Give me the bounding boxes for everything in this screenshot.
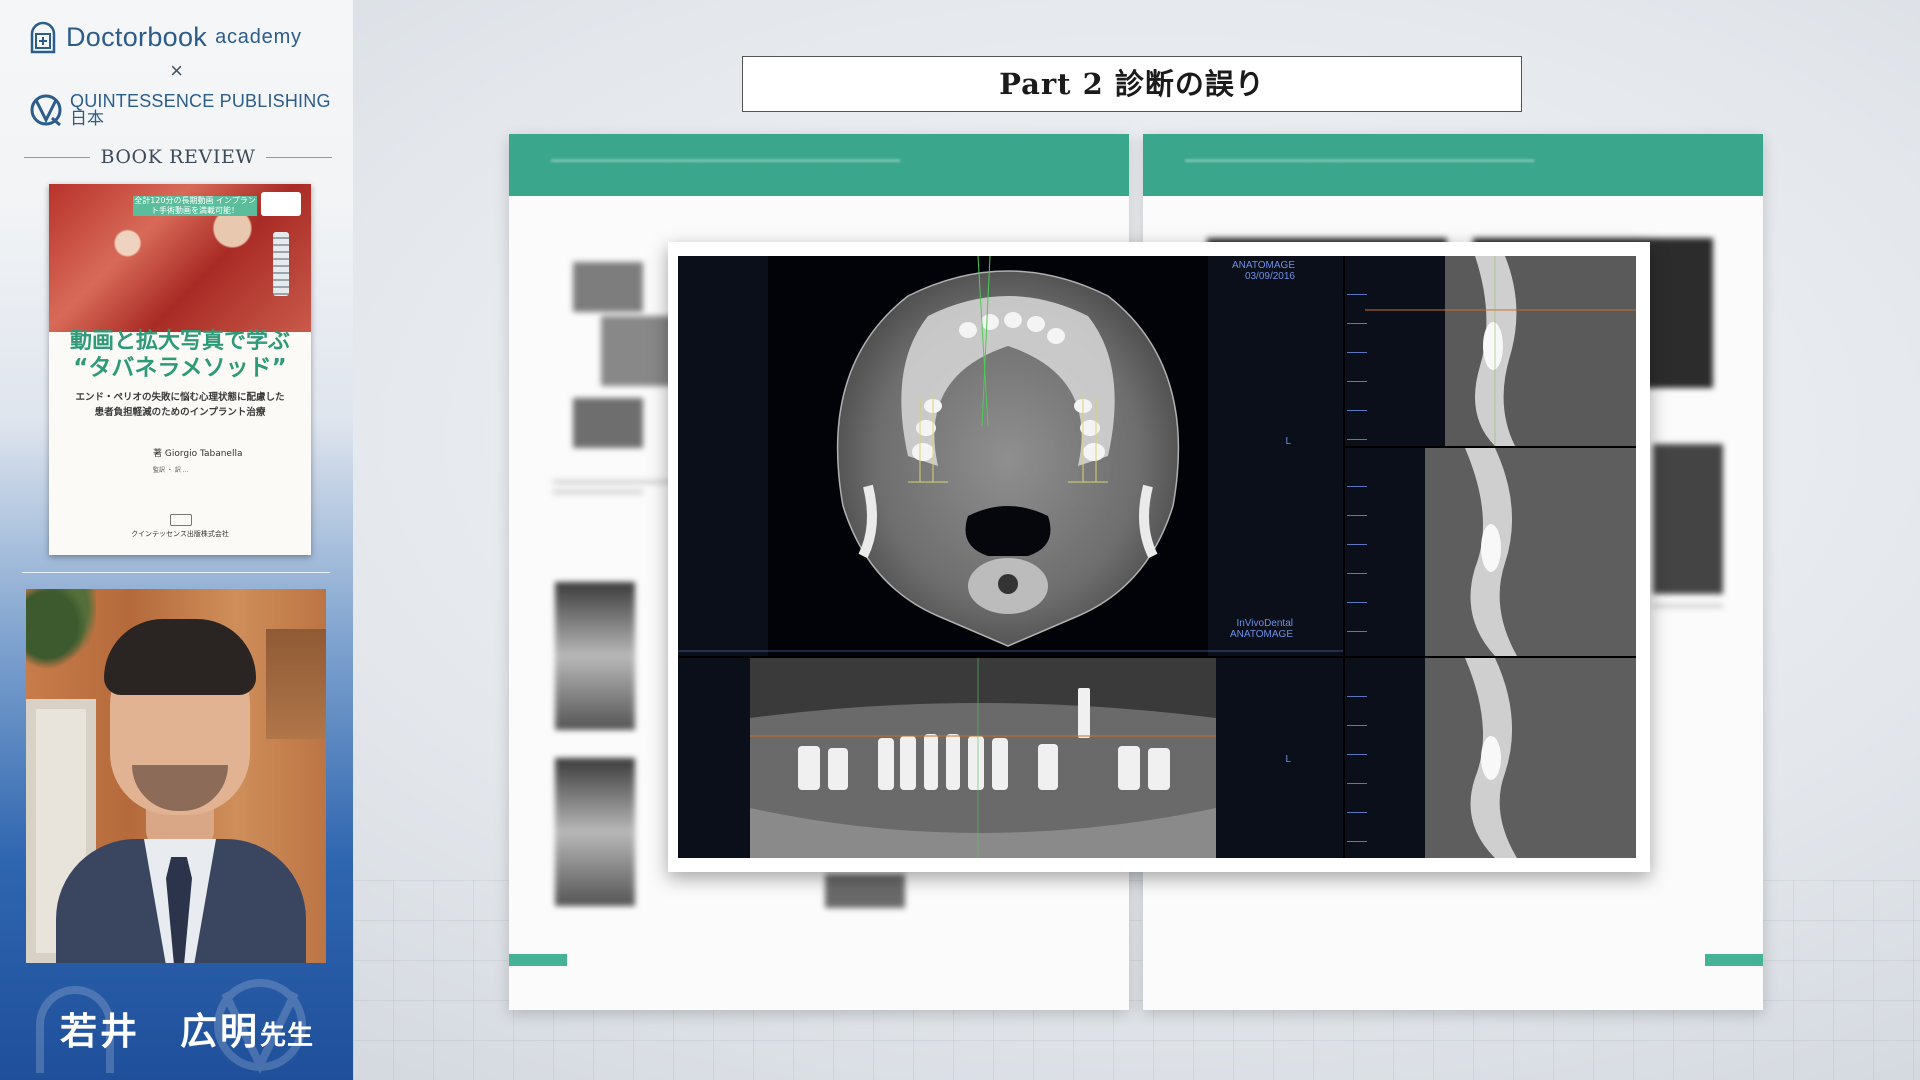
page-header-text-blurred: ━━━━━━━━━━━━━━━━━━━━━━━━━━━━━━━━━━━━━━━━… (551, 156, 901, 166)
book-title: 動画と拡大写真で学ぶ “タバネラメソッド” (59, 329, 301, 381)
book-subtitle-line1: エンド・ペリオの失敗に悩む心理状態に配慮した (75, 392, 285, 403)
ct-side-marker: L (1285, 436, 1291, 447)
part-title: Part 2 診断の誤り (742, 56, 1522, 112)
ct-scan-figure: ANATOMAGE 03/09/2016 InVivoDental ANATOMAG… (668, 242, 1650, 872)
sagittal-scan-image-3 (1425, 658, 1636, 858)
book-subtitle-line2: 患者負担軽減のためのインプラント治療 (94, 407, 266, 418)
sagittal-scan-image-2 (1425, 448, 1636, 656)
book-badge: 全計120分の長期動画 インプラント手術動画を満載可能！ (133, 196, 257, 216)
scale-ruler (1347, 266, 1367, 446)
divider (265, 156, 333, 158)
book-publisher: クインテッセンス出版株式会社 (131, 530, 229, 538)
page-header: ━━━━━━━━━━━━━━━━━━━━━━━━━━━━━━━━━━━━━━━━… (509, 134, 1129, 196)
page-header-text-blurred: ━━━━━━━━━━━━━━━━━━━━━━━━━━━━━━━━━━━━━━━━… (1185, 156, 1535, 166)
book-translators: 監訳 ・ 訳 … (153, 467, 189, 474)
scale-ruler (1347, 458, 1367, 638)
page-footer-bar (509, 954, 567, 966)
scale-ruler (1347, 668, 1367, 848)
hair (104, 619, 256, 695)
implant-icon (273, 232, 289, 296)
divider (22, 572, 330, 573)
book-review-heading: BOOK REVIEW (24, 146, 333, 168)
quintessence-logo-icon (30, 94, 62, 127)
bookshelf (266, 629, 326, 739)
doctorbook-logo-icon (30, 21, 56, 54)
panoramic-scan-image (678, 658, 1343, 858)
ct-footer-label: InVivoDental ANATOMAGE (1230, 618, 1293, 640)
page-footer-bar (1705, 954, 1763, 966)
book-review-label: BOOK REVIEW (100, 146, 256, 168)
publisher-country: 日本 (70, 109, 104, 128)
ct-sagittal-view-1 (1345, 256, 1636, 446)
book-cover: 全計120分の長期動画 インプラント手術動画を満載可能！ 動画と拡大写真で学ぶ … (49, 184, 311, 555)
ct-axial-view: ANATOMAGE 03/09/2016 InVivoDental ANATOMAG… (678, 256, 1343, 656)
sidebar: Doctorbook academy × QUINTESSENCE PUBLIS… (0, 0, 353, 1080)
ct-side-marker-2: L (1285, 754, 1291, 765)
brand-name: Doctorbook (66, 21, 208, 52)
presenter-honorific: 先生 (260, 1021, 315, 1051)
sagittal-scan-image-1 (1365, 256, 1636, 446)
book-subtitle: エンド・ペリオの失敗に悩む心理状態に配慮した 患者負担軽減のためのインプラント治… (59, 390, 301, 420)
ct-sagittal-view-2 (1345, 448, 1636, 656)
axial-scan-image (678, 256, 1343, 656)
presenter-name-main: 若井 広明 (60, 1009, 260, 1053)
publisher-mark-icon (170, 514, 192, 526)
brand-sub: academy (215, 25, 302, 48)
plant (26, 589, 96, 679)
page-header: ━━━━━━━━━━━━━━━━━━━━━━━━━━━━━━━━━━━━━━━━… (1143, 134, 1763, 196)
publisher-name: QUINTESSENCE PUBLISHING (70, 91, 331, 111)
doctorbook-brand: Doctorbook academy (28, 20, 302, 54)
ct-panoramic-view: L (678, 658, 1343, 858)
book-author: 著 Giorgio Tabanella (153, 449, 243, 459)
ct-header-label: ANATOMAGE 03/09/2016 (1232, 260, 1295, 282)
book-title-line1: 動画と拡大写真で学ぶ (69, 329, 290, 354)
ct-sagittal-view-3 (1345, 658, 1636, 858)
collab-times: × (170, 58, 183, 83)
divider (24, 156, 91, 158)
book-title-line2: “タバネラメソッド” (73, 355, 287, 381)
publisher-brand: QUINTESSENCE PUBLISHING 日本 (28, 92, 331, 128)
presenter-portrait (26, 589, 326, 963)
presenter-name: 若井 広明先生 (60, 1001, 314, 1055)
presenter-name-bar: 若井 広明先生 (0, 963, 353, 1080)
book-qr-icon (261, 192, 301, 216)
